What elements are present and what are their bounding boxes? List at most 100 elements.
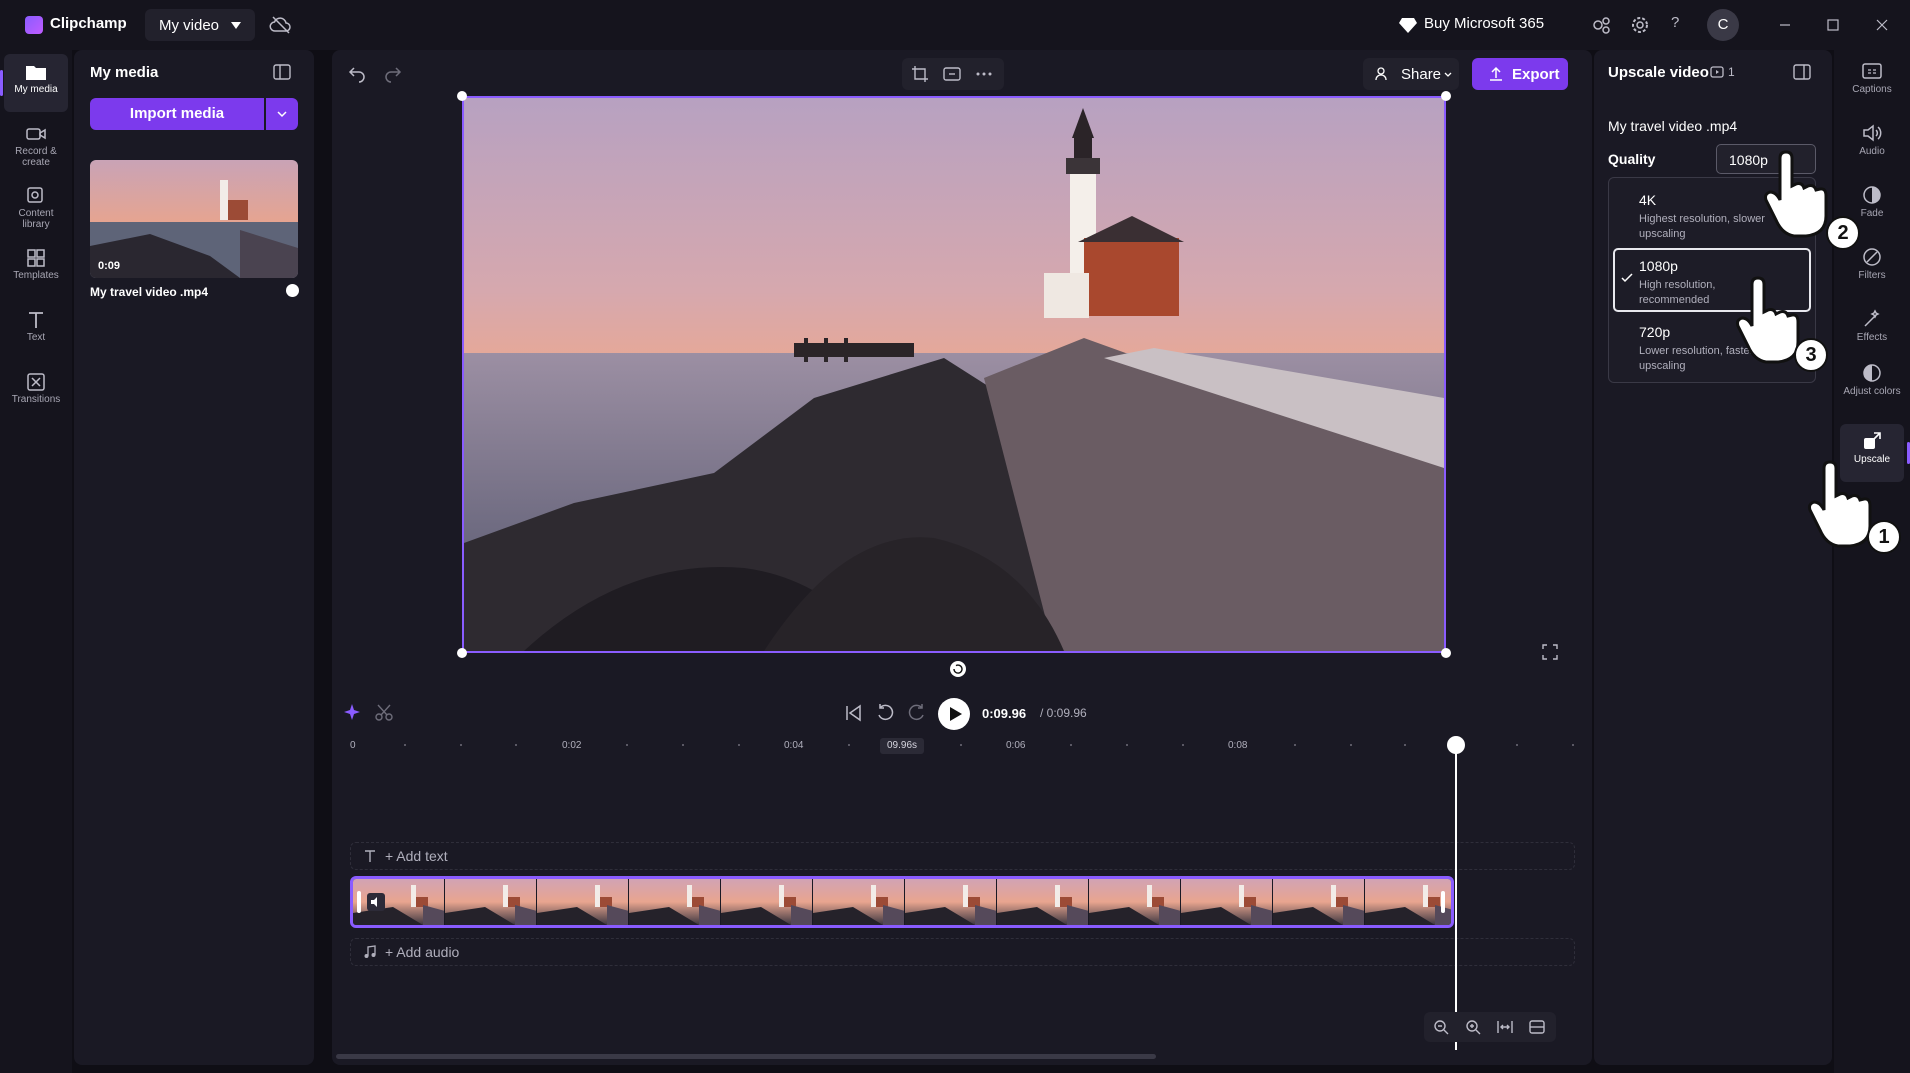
nav-content-library[interactable]: Content library	[4, 178, 68, 236]
nav-label: Record & create	[15, 146, 57, 168]
maximize-icon[interactable]	[1821, 13, 1845, 37]
export-button[interactable]: Export	[1472, 58, 1568, 90]
nav-label: Transitions	[11, 394, 61, 405]
nav-captions[interactable]: Captions	[1840, 54, 1904, 112]
minimize-icon[interactable]	[1773, 13, 1797, 37]
ruler-label: 0:02	[562, 740, 582, 751]
avatar[interactable]: C	[1707, 9, 1739, 41]
nav-filters[interactable]: Filters	[1840, 240, 1904, 298]
nav-label: Templates	[13, 270, 59, 281]
ruler-tick	[1350, 744, 1352, 746]
undo-icon[interactable]	[346, 62, 368, 84]
video-thumbnail-image	[90, 160, 298, 278]
step-marker: 3	[1794, 338, 1828, 372]
share-button[interactable]: Share	[1363, 58, 1459, 90]
clip-filmstrip	[353, 879, 1451, 925]
add-audio-track[interactable]: + Add audio	[350, 938, 1575, 966]
forward-5-icon[interactable]	[906, 702, 928, 724]
step-marker: 2	[1826, 216, 1860, 250]
close-icon[interactable]	[1870, 13, 1894, 37]
ruler-label: 0:04	[784, 740, 804, 751]
ruler-label: 0	[350, 740, 356, 751]
option-title: 4K	[1639, 192, 1657, 208]
help-icon[interactable]: ?	[1671, 14, 1679, 31]
fit-timeline-icon[interactable]	[1496, 1018, 1514, 1036]
playhead[interactable]	[1455, 742, 1457, 1050]
nav-audio[interactable]: Audio	[1840, 116, 1904, 174]
add-text-track[interactable]: + Add text	[350, 842, 1575, 870]
upload-icon	[1490, 66, 1502, 81]
gear-icon[interactable]	[1628, 13, 1652, 37]
nav-label: My media	[14, 84, 58, 95]
play-button[interactable]	[938, 698, 970, 730]
skip-back-icon[interactable]	[842, 702, 864, 724]
buy-microsoft-365-link[interactable]: Buy Microsoft 365	[1424, 15, 1544, 32]
resize-handle[interactable]	[1441, 648, 1451, 658]
checkmark-icon	[1621, 273, 1633, 283]
collapse-panel-icon[interactable]	[272, 62, 292, 82]
media-duration: 0:09	[98, 260, 121, 272]
zoom-controls	[1424, 1012, 1556, 1042]
nav-record-create[interactable]: Record & create	[4, 116, 68, 174]
play-icon	[950, 707, 962, 721]
ruler-tick	[626, 744, 628, 746]
video-clip[interactable]	[350, 876, 1454, 928]
nav-effects[interactable]: Effects	[1840, 302, 1904, 360]
ruler-tick	[682, 744, 684, 746]
media-thumbnail[interactable]	[90, 160, 298, 278]
current-time: 0:09.96	[982, 706, 1027, 721]
add-audio-label: + Add audio	[385, 944, 460, 960]
clipchamp-logo-icon	[25, 16, 43, 34]
ruler-label: 0:06	[1006, 740, 1026, 751]
ruler-tick	[1182, 744, 1184, 746]
resize-handle[interactable]	[457, 648, 467, 658]
nav-my-media[interactable]: My media	[0, 54, 68, 112]
pointer-hand-icon	[1764, 150, 1828, 238]
clip-trim-handle-left[interactable]	[357, 891, 361, 913]
playhead-handle[interactable]	[1447, 736, 1465, 754]
rotate-icon[interactable]	[949, 660, 967, 678]
clip-trim-handle-right[interactable]	[1441, 891, 1445, 913]
more-icon[interactable]	[974, 64, 994, 84]
video-preview[interactable]	[462, 96, 1446, 653]
cloud-off-icon[interactable]	[268, 13, 294, 37]
timeline-scrollbar[interactable]	[336, 1054, 1156, 1059]
redo-icon[interactable]	[382, 62, 404, 84]
nav-adjust-colors[interactable]: Adjust colors	[1840, 356, 1904, 414]
nav-label: Adjust colors	[1843, 386, 1901, 397]
zoom-out-icon[interactable]	[1432, 1018, 1450, 1036]
nav-transitions[interactable]: Transitions	[4, 364, 68, 422]
ruler-tick	[1516, 744, 1518, 746]
timeline-view-icon[interactable]	[1528, 1018, 1546, 1036]
rewind-5-icon[interactable]	[874, 702, 896, 724]
collapse-panel-icon[interactable]	[1792, 62, 1812, 82]
fit-icon[interactable]	[942, 64, 962, 84]
nav-label: Content library	[18, 208, 54, 230]
preview-toolbar	[902, 58, 1004, 90]
share-link-icon[interactable]	[1590, 13, 1614, 37]
folder-icon	[26, 66, 46, 80]
captions-icon	[1862, 63, 1882, 79]
project-title-dropdown[interactable]: My video	[145, 9, 255, 41]
timeline-ruler[interactable]: 0 0:02 0:04 0:06 0:08	[350, 734, 1575, 756]
zoom-in-icon[interactable]	[1464, 1018, 1482, 1036]
resize-handle[interactable]	[1441, 91, 1451, 101]
clip-icon	[1710, 66, 1724, 78]
fullscreen-icon[interactable]	[1540, 642, 1560, 662]
option-title: 1080p	[1639, 258, 1678, 274]
effects-icon	[1864, 309, 1880, 327]
crop-icon[interactable]	[910, 64, 930, 84]
scissors-icon[interactable]	[374, 702, 394, 722]
time-badge: 09.96s	[880, 738, 924, 754]
import-media-button[interactable]: Import media	[90, 98, 264, 130]
magic-wand-icon[interactable]	[342, 702, 362, 722]
import-options-button[interactable]	[266, 98, 298, 130]
resize-handle[interactable]	[457, 91, 467, 101]
nav-text[interactable]: Text	[4, 302, 68, 360]
nav-label: Text	[26, 332, 46, 343]
nav-templates[interactable]: Templates	[4, 240, 68, 298]
project-title: My video	[159, 17, 220, 34]
lighthouse-scene-image	[464, 98, 1444, 651]
speaker-icon[interactable]	[367, 893, 385, 911]
media-panel: My media Import media 0:09 My travel vid…	[74, 50, 314, 1065]
